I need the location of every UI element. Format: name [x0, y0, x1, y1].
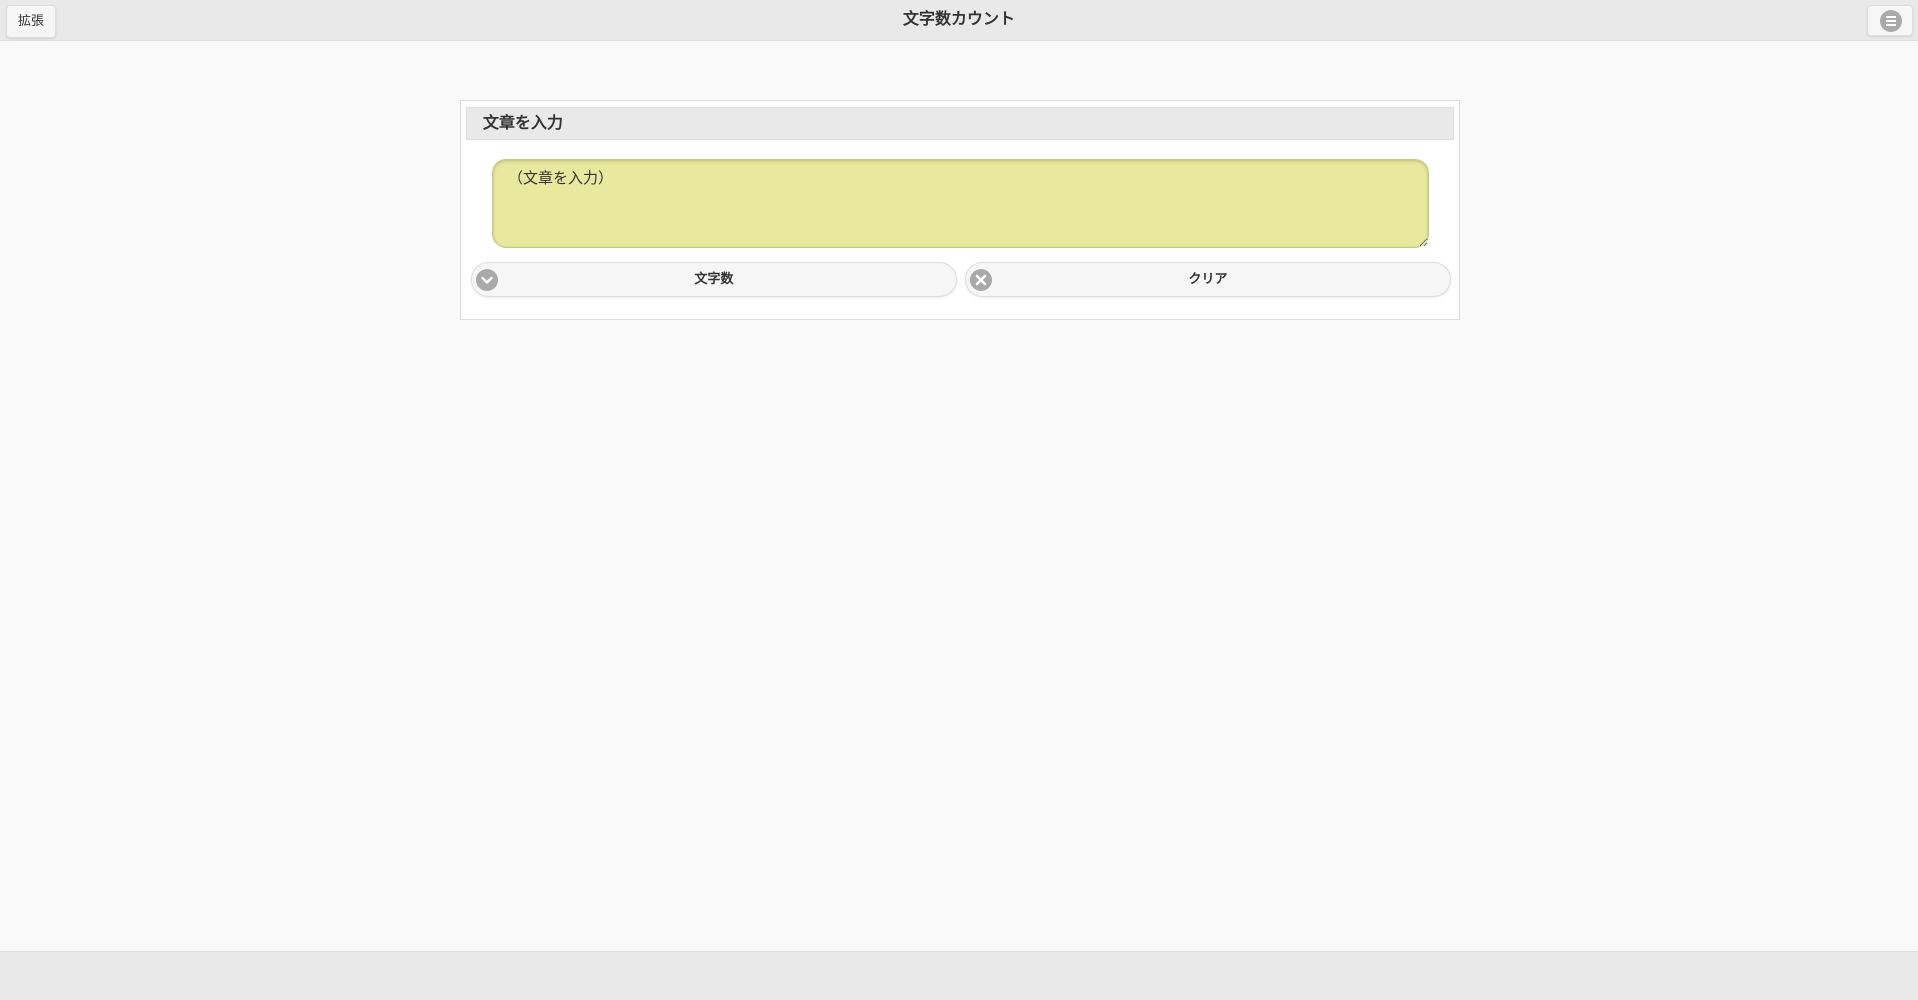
header-bar: 拡張 文字数カウント	[0, 0, 1918, 41]
input-panel: 文章を入力 文字数 クリア	[460, 100, 1460, 320]
chevron-down-icon	[476, 269, 498, 291]
menu-button[interactable]	[1867, 5, 1913, 36]
close-icon	[970, 269, 992, 291]
count-button[interactable]: 文字数	[471, 262, 957, 297]
footer-bar	[0, 951, 1918, 1000]
page-title: 文字数カウント	[902, 9, 1015, 28]
count-button-label: 文字数	[694, 272, 734, 287]
text-input-area[interactable]	[492, 159, 1429, 248]
clear-button[interactable]: クリア	[965, 262, 1451, 297]
panel-heading: 文章を入力	[466, 107, 1454, 140]
menu-icon	[1880, 10, 1902, 32]
clear-button-label: クリア	[1188, 272, 1228, 287]
